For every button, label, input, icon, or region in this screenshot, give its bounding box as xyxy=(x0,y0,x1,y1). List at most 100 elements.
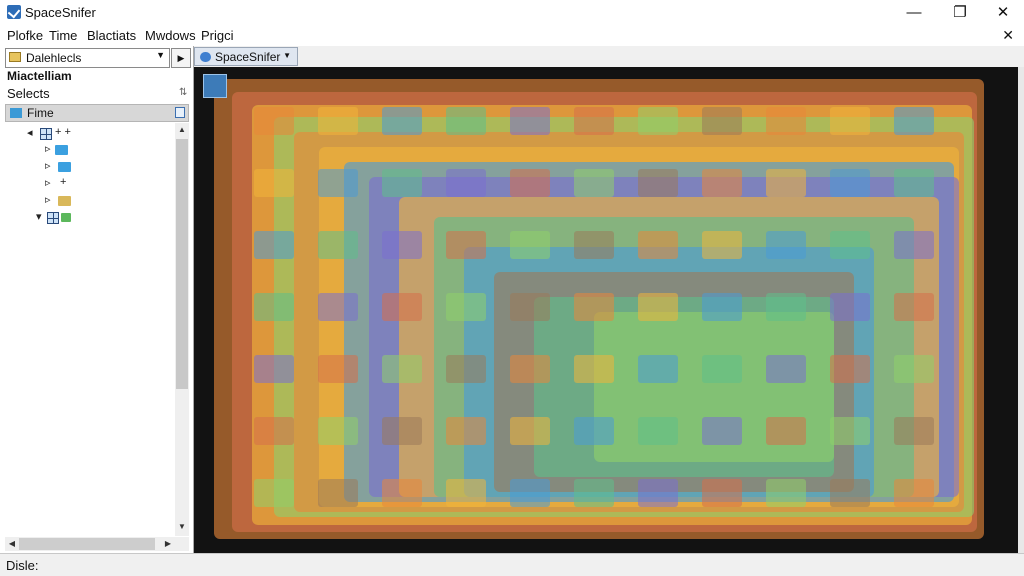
folder-icon[interactable] xyxy=(574,293,614,321)
treemap-view[interactable] xyxy=(194,67,1018,553)
folder-icon[interactable] xyxy=(254,479,294,507)
menu-item-prigci[interactable]: Prigci xyxy=(201,28,234,43)
scroll-right-icon[interactable]: ▶ xyxy=(161,539,175,548)
scroll-down-icon[interactable]: ▼ xyxy=(175,522,189,531)
folder-icon[interactable] xyxy=(58,196,71,206)
map-zoom-icon[interactable] xyxy=(203,74,227,98)
folder-icon[interactable] xyxy=(830,293,870,321)
folder-icon[interactable] xyxy=(894,417,934,445)
folder-icon[interactable] xyxy=(510,169,550,197)
tree-header[interactable]: Fime xyxy=(5,104,189,122)
folder-icon[interactable] xyxy=(446,107,486,135)
folder-icon[interactable] xyxy=(894,293,934,321)
menu-item-blactiats[interactable]: Blactiats xyxy=(87,28,136,43)
folder-icon[interactable] xyxy=(382,231,422,259)
folder-icon[interactable] xyxy=(318,479,358,507)
folder-icon[interactable] xyxy=(574,417,614,445)
folder-icon[interactable] xyxy=(894,107,934,135)
folder-icon[interactable] xyxy=(894,479,934,507)
vertical-scrollbar[interactable]: ▲ ▼ xyxy=(175,123,189,536)
menubar-close-icon[interactable]: ✕ xyxy=(1002,27,1014,44)
folder-icon[interactable] xyxy=(318,293,358,321)
folder-icon[interactable] xyxy=(766,417,806,445)
drive-select[interactable]: Dalehlecls ▼ xyxy=(5,48,170,68)
scroll-thumb[interactable] xyxy=(176,139,188,389)
folder-icon[interactable] xyxy=(638,293,678,321)
folder-icon[interactable] xyxy=(638,169,678,197)
folder-icon[interactable] xyxy=(702,231,742,259)
folder-icon[interactable] xyxy=(58,162,71,172)
folder-icon[interactable] xyxy=(446,355,486,383)
folder-icon[interactable] xyxy=(830,231,870,259)
folder-icon[interactable] xyxy=(382,293,422,321)
folder-icon[interactable] xyxy=(254,355,294,383)
folder-icon[interactable] xyxy=(766,479,806,507)
folder-icon[interactable] xyxy=(702,479,742,507)
folder-icon[interactable] xyxy=(510,293,550,321)
folder-icon[interactable] xyxy=(638,107,678,135)
folder-icon[interactable] xyxy=(574,169,614,197)
folder-icon[interactable] xyxy=(894,231,934,259)
minimize-button[interactable]: — xyxy=(891,0,937,25)
folder-icon[interactable] xyxy=(638,355,678,383)
menu-item-mwdows[interactable]: Mwdows xyxy=(145,28,196,43)
folder-icon[interactable] xyxy=(574,479,614,507)
folder-icon[interactable] xyxy=(446,231,486,259)
folder-icon[interactable] xyxy=(638,231,678,259)
folder-icon[interactable] xyxy=(510,479,550,507)
right-edge-scrollbar[interactable] xyxy=(1018,67,1024,553)
tree-expander[interactable]: ▹ xyxy=(45,176,51,189)
folder-icon[interactable] xyxy=(446,479,486,507)
folder-icon[interactable] xyxy=(382,417,422,445)
folder-icon[interactable] xyxy=(318,169,358,197)
folder-icon[interactable] xyxy=(318,355,358,383)
folder-icon[interactable] xyxy=(702,169,742,197)
folder-icon[interactable] xyxy=(894,355,934,383)
tab-spacesnifer[interactable]: SpaceSnifer ▼ xyxy=(194,47,298,66)
folder-icon[interactable] xyxy=(254,107,294,135)
folder-icon[interactable] xyxy=(446,169,486,197)
folder-icon[interactable] xyxy=(446,293,486,321)
folder-icon[interactable] xyxy=(766,293,806,321)
tree-expander[interactable]: ▹ xyxy=(45,159,51,172)
folder-icon[interactable] xyxy=(318,231,358,259)
folder-icon[interactable] xyxy=(638,479,678,507)
folder-icon[interactable] xyxy=(830,479,870,507)
folder-icon[interactable] xyxy=(702,293,742,321)
scroll-thumb[interactable] xyxy=(19,538,155,550)
folder-icon[interactable] xyxy=(446,417,486,445)
folder-icon[interactable] xyxy=(830,169,870,197)
menu-item-time[interactable]: Time xyxy=(49,28,77,43)
folder-icon[interactable] xyxy=(510,417,550,445)
scroll-up-icon[interactable]: ▲ xyxy=(175,125,189,134)
folder-icon[interactable] xyxy=(510,231,550,259)
close-button[interactable]: ✕ xyxy=(980,0,1024,25)
folder-icon[interactable] xyxy=(254,231,294,259)
tree-node-label[interactable]: + xyxy=(60,176,66,188)
folder-icon[interactable] xyxy=(830,355,870,383)
folder-icon[interactable] xyxy=(638,417,678,445)
tree-expander[interactable]: ▹ xyxy=(45,142,51,155)
folder-icon[interactable] xyxy=(318,107,358,135)
folder-icon[interactable] xyxy=(382,107,422,135)
folder-icon[interactable] xyxy=(55,145,68,155)
tree-expander[interactable]: ▹ xyxy=(45,193,51,206)
folder-icon[interactable] xyxy=(254,293,294,321)
folder-icon[interactable] xyxy=(830,417,870,445)
folder-icon[interactable] xyxy=(318,417,358,445)
folder-icon[interactable] xyxy=(766,169,806,197)
folder-icon[interactable] xyxy=(382,479,422,507)
pin-icon[interactable]: ⇅ xyxy=(179,87,187,98)
folder-icon[interactable] xyxy=(574,355,614,383)
maximize-button[interactable]: ❐ xyxy=(937,0,983,25)
folder-icon[interactable] xyxy=(382,355,422,383)
horizontal-scrollbar[interactable]: ◀ ▶ xyxy=(5,537,189,551)
folder-icon[interactable] xyxy=(574,107,614,135)
drive-go-button[interactable]: ▶ xyxy=(171,48,191,68)
folder-icon[interactable] xyxy=(702,355,742,383)
tree-node-label[interactable]: + + xyxy=(55,126,71,138)
folder-icon[interactable] xyxy=(894,169,934,197)
folder-icon[interactable] xyxy=(254,169,294,197)
folder-icon[interactable] xyxy=(766,231,806,259)
folder-icon[interactable] xyxy=(830,107,870,135)
